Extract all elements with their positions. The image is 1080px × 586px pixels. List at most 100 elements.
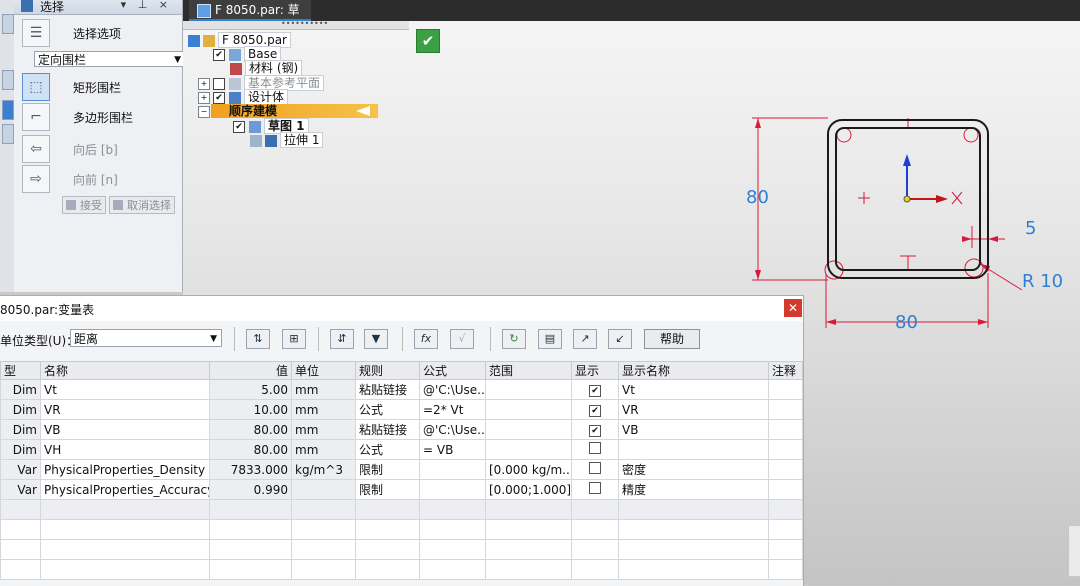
- column-header[interactable]: 显示名称: [618, 361, 769, 380]
- select-options-icon[interactable]: ☰: [22, 19, 50, 47]
- rect-fence-row[interactable]: ⬚ 矩形围栏: [20, 73, 178, 103]
- empty-cell[interactable]: [209, 539, 292, 560]
- document-tab[interactable]: F 8050.par: 草图: [189, 0, 311, 37]
- empty-cell[interactable]: [209, 559, 292, 580]
- cell-name[interactable]: Vt: [40, 379, 210, 400]
- function-button[interactable]: fx: [414, 329, 438, 349]
- help-button[interactable]: 帮助: [644, 329, 700, 349]
- cell-display-name[interactable]: VR: [618, 399, 769, 420]
- visibility-checkbox[interactable]: ✔: [213, 48, 225, 61]
- column-header[interactable]: 单位: [291, 361, 356, 380]
- empty-cell[interactable]: [571, 559, 619, 580]
- formula-disabled-button[interactable]: √: [450, 329, 474, 349]
- visibility-checkbox[interactable]: ✔: [213, 91, 225, 104]
- table-row[interactable]: Dim Vt 5.00 mm 粘贴链接 @'C:\Use... ✔ Vt: [0, 379, 803, 400]
- cell-display-name[interactable]: VB: [618, 419, 769, 440]
- visibility-checkbox[interactable]: [213, 77, 225, 90]
- width-dimension[interactable]: 80: [895, 312, 918, 333]
- cell-value[interactable]: 5.00: [209, 379, 292, 400]
- tree-item-ref-planes[interactable]: + 基本参考平面: [198, 75, 325, 91]
- cell-formula[interactable]: [419, 479, 486, 500]
- display-checkbox-cell[interactable]: [571, 459, 619, 480]
- panel-controls[interactable]: ▾ ⊥ ×: [121, 0, 172, 11]
- empty-cell[interactable]: [485, 499, 572, 520]
- empty-cell[interactable]: [618, 499, 769, 520]
- expand-plus-icon[interactable]: +: [198, 77, 210, 90]
- empty-cell[interactable]: [0, 539, 41, 560]
- cell-formula[interactable]: [419, 459, 486, 480]
- unit-type-select[interactable]: 距离 ▼: [70, 329, 222, 347]
- cell-value[interactable]: 80.00: [209, 439, 292, 460]
- cell-unit[interactable]: mm: [291, 399, 356, 420]
- empty-cell[interactable]: [618, 519, 769, 540]
- empty-cell[interactable]: [485, 539, 572, 560]
- cell-name[interactable]: PhysicalProperties_Density: [40, 459, 210, 480]
- cell-range[interactable]: [485, 419, 572, 440]
- empty-cell[interactable]: [291, 519, 356, 540]
- empty-cell[interactable]: [291, 539, 356, 560]
- refresh-icon[interactable]: ↻: [502, 329, 526, 349]
- display-checkbox[interactable]: [589, 442, 601, 454]
- cell-value[interactable]: 0.990: [209, 479, 292, 500]
- filter-icon[interactable]: ▼: [364, 329, 388, 349]
- cell-note[interactable]: [768, 399, 803, 420]
- cell-display-name[interactable]: [618, 439, 769, 460]
- cell-display-name[interactable]: Vt: [618, 379, 769, 400]
- cell-note[interactable]: [768, 459, 803, 480]
- dock-tab-active[interactable]: [2, 100, 14, 120]
- cell-type[interactable]: Dim: [0, 439, 41, 460]
- cell-range[interactable]: [0.000 kg/m...: [485, 459, 572, 480]
- cell-range[interactable]: [485, 399, 572, 420]
- pathfinder-splitter[interactable]: ••••••••••: [183, 19, 409, 30]
- forward-row[interactable]: ⇨ 向前 [n]: [20, 165, 178, 195]
- cell-formula[interactable]: @'C:\Use...: [419, 419, 486, 440]
- empty-cell[interactable]: [419, 539, 486, 560]
- table-row[interactable]: Dim VB 80.00 mm 粘贴链接 @'C:\Use... ✔ VB: [0, 419, 803, 440]
- empty-cell[interactable]: [768, 539, 803, 560]
- dock-tab[interactable]: [2, 124, 14, 144]
- import-icon[interactable]: ↙: [608, 329, 632, 349]
- cell-range[interactable]: [0.000;1.000]: [485, 479, 572, 500]
- table-row[interactable]: Dim VR 10.00 mm 公式 =2* Vt ✔ VR: [0, 399, 803, 420]
- cell-rule[interactable]: 限制: [355, 479, 420, 500]
- table-row[interactable]: Var PhysicalProperties_Density 7833.000 kg/…: [0, 459, 803, 480]
- empty-cell[interactable]: [485, 519, 572, 540]
- table-row[interactable]: Dim VH 80.00 mm 公式 = VB: [0, 439, 803, 460]
- display-checkbox[interactable]: ✔: [589, 425, 601, 437]
- empty-cell[interactable]: [571, 499, 619, 520]
- empty-cell[interactable]: [291, 499, 356, 520]
- cell-rule[interactable]: 公式: [355, 399, 420, 420]
- sort-button[interactable]: ⇅: [246, 329, 270, 349]
- cell-name[interactable]: PhysicalProperties_Accuracy: [40, 479, 210, 500]
- height-dimension[interactable]: 80: [746, 187, 769, 208]
- empty-cell[interactable]: [355, 499, 420, 520]
- column-header[interactable]: 名称: [40, 361, 210, 380]
- cell-rule[interactable]: 粘贴链接: [355, 419, 420, 440]
- tree-item-design-body[interactable]: + ✔ 设计体: [198, 89, 289, 105]
- cell-formula[interactable]: = VB: [419, 439, 486, 460]
- select-options-row[interactable]: ☰ 选择选项: [20, 19, 178, 49]
- cell-value[interactable]: 80.00: [209, 419, 292, 440]
- empty-cell[interactable]: [209, 499, 292, 520]
- cell-note[interactable]: [768, 419, 803, 440]
- display-checkbox[interactable]: [589, 462, 601, 474]
- variable-table-titlebar[interactable]: 8050.par:变量表 ✕: [0, 296, 803, 321]
- thickness-dimension[interactable]: 5: [1025, 218, 1036, 239]
- cell-type[interactable]: Dim: [0, 399, 41, 420]
- empty-cell[interactable]: [209, 519, 292, 540]
- column-header[interactable]: 公式: [419, 361, 486, 380]
- rect-fence-icon[interactable]: ⬚: [22, 73, 50, 101]
- cell-formula[interactable]: @'C:\Use...: [419, 379, 486, 400]
- cell-type[interactable]: Dim: [0, 379, 41, 400]
- cell-note[interactable]: [768, 479, 803, 500]
- cell-range[interactable]: [485, 439, 572, 460]
- radius-dimension[interactable]: R 10: [1022, 271, 1063, 292]
- empty-cell[interactable]: [571, 519, 619, 540]
- empty-cell[interactable]: [40, 499, 210, 520]
- cell-type[interactable]: Var: [0, 459, 41, 480]
- expand-plus-icon[interactable]: +: [198, 91, 210, 104]
- column-header[interactable]: 规则: [355, 361, 420, 380]
- display-checkbox-cell[interactable]: ✔: [571, 419, 619, 440]
- tree-item-base[interactable]: ✔ Base: [213, 46, 282, 62]
- empty-cell[interactable]: [419, 499, 486, 520]
